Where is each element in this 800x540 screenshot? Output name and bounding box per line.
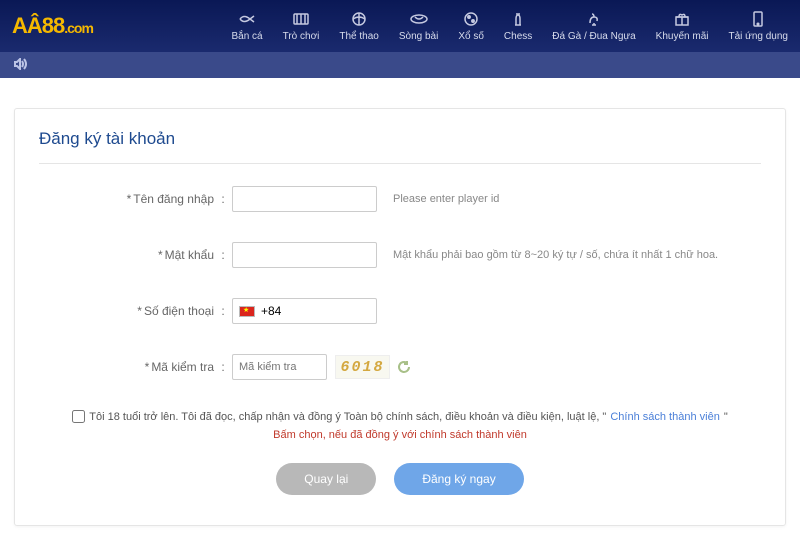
nav-chess[interactable]: Chess [504, 10, 532, 42]
nav-fishing[interactable]: Bắn cá [231, 10, 262, 42]
password-hint: Mật khẩu phải bao gồm từ 8~20 ký tự / số… [393, 249, 718, 261]
refresh-captcha-icon[interactable] [394, 357, 414, 377]
main-nav: Bắn cá Trò chơi Thể thao Sòng bài Xổ số … [231, 10, 788, 42]
row-phone: *Số điện thoại : +84 [39, 298, 761, 324]
username-hint: Please enter player id [393, 193, 499, 205]
phone-code: +84 [261, 304, 281, 318]
captcha-label: *Mã kiểm tra [39, 360, 214, 374]
nav-label: Sòng bài [399, 31, 438, 42]
sound-icon[interactable] [14, 58, 28, 73]
lottery-icon [462, 10, 480, 28]
row-username: *Tên đăng nhập : Please enter player id [39, 186, 761, 212]
card-title: Đăng ký tài khoản [39, 129, 761, 164]
nav-label: Chess [504, 31, 532, 42]
row-captcha: *Mã kiểm tra : 6018 [39, 354, 761, 380]
casino-icon [410, 10, 428, 28]
nav-casino[interactable]: Sòng bài [399, 10, 438, 42]
phone-label: *Số điện thoại [39, 304, 214, 318]
nav-label: Thể thao [339, 31, 378, 42]
nav-label: Khuyến mãi [656, 31, 709, 42]
nav-sports[interactable]: Thể thao [339, 10, 378, 42]
row-password: *Mật khẩu : Mật khẩu phải bao gồm từ 8~2… [39, 242, 761, 268]
terms-link[interactable]: Chính sách thành viên [610, 411, 719, 423]
terms-checkbox[interactable] [72, 410, 85, 423]
nav-label: Trò chơi [283, 31, 320, 42]
terms-text: Tôi 18 tuổi trở lên. Tôi đã đọc, chấp nh… [89, 411, 606, 423]
password-label: *Mật khẩu [39, 248, 214, 262]
nav-label: Đá Gà / Đua Ngựa [552, 31, 635, 42]
captcha-input[interactable] [232, 354, 327, 380]
sub-bar [0, 52, 800, 78]
fish-icon [238, 10, 256, 28]
nav-download[interactable]: Tải ứng dụng [728, 10, 788, 42]
nav-cockfight[interactable]: Đá Gà / Đua Ngựa [552, 10, 635, 42]
username-label: *Tên đăng nhập [39, 192, 214, 206]
nav-lottery[interactable]: Xổ số [458, 10, 484, 42]
chess-icon [509, 10, 527, 28]
terms-row: Tôi 18 tuổi trở lên. Tôi đã đọc, chấp nh… [39, 410, 761, 423]
password-input[interactable] [232, 242, 377, 268]
back-button[interactable]: Quay lại [276, 463, 376, 495]
register-card: Đăng ký tài khoản *Tên đăng nhập : Pleas… [14, 108, 786, 526]
username-input[interactable] [232, 186, 377, 212]
button-row: Quay lại Đăng ký ngay [39, 463, 761, 495]
submit-button[interactable]: Đăng ký ngay [394, 463, 523, 495]
slot-icon [292, 10, 310, 28]
logo[interactable]: AÂ88.com [12, 13, 93, 39]
rooster-icon [585, 10, 603, 28]
nav-label: Tải ứng dụng [728, 31, 788, 42]
nav-label: Xổ số [458, 31, 484, 42]
gift-icon [673, 10, 691, 28]
terms-warning: Bấm chọn, nếu đã đồng ý với chính sách t… [39, 429, 761, 441]
phone-icon [749, 10, 767, 28]
logo-suffix: .com [64, 20, 93, 36]
logo-brand: AÂ88 [12, 13, 64, 39]
nav-games[interactable]: Trò chơi [283, 10, 320, 42]
top-header: AÂ88.com Bắn cá Trò chơi Thể thao Sòng b… [0, 0, 800, 52]
nav-label: Bắn cá [231, 31, 262, 42]
captcha-image: 6018 [335, 355, 390, 379]
phone-input[interactable]: +84 [232, 298, 377, 324]
vietnam-flag-icon [239, 306, 255, 317]
nav-promo[interactable]: Khuyến mãi [656, 10, 709, 42]
ball-icon [350, 10, 368, 28]
